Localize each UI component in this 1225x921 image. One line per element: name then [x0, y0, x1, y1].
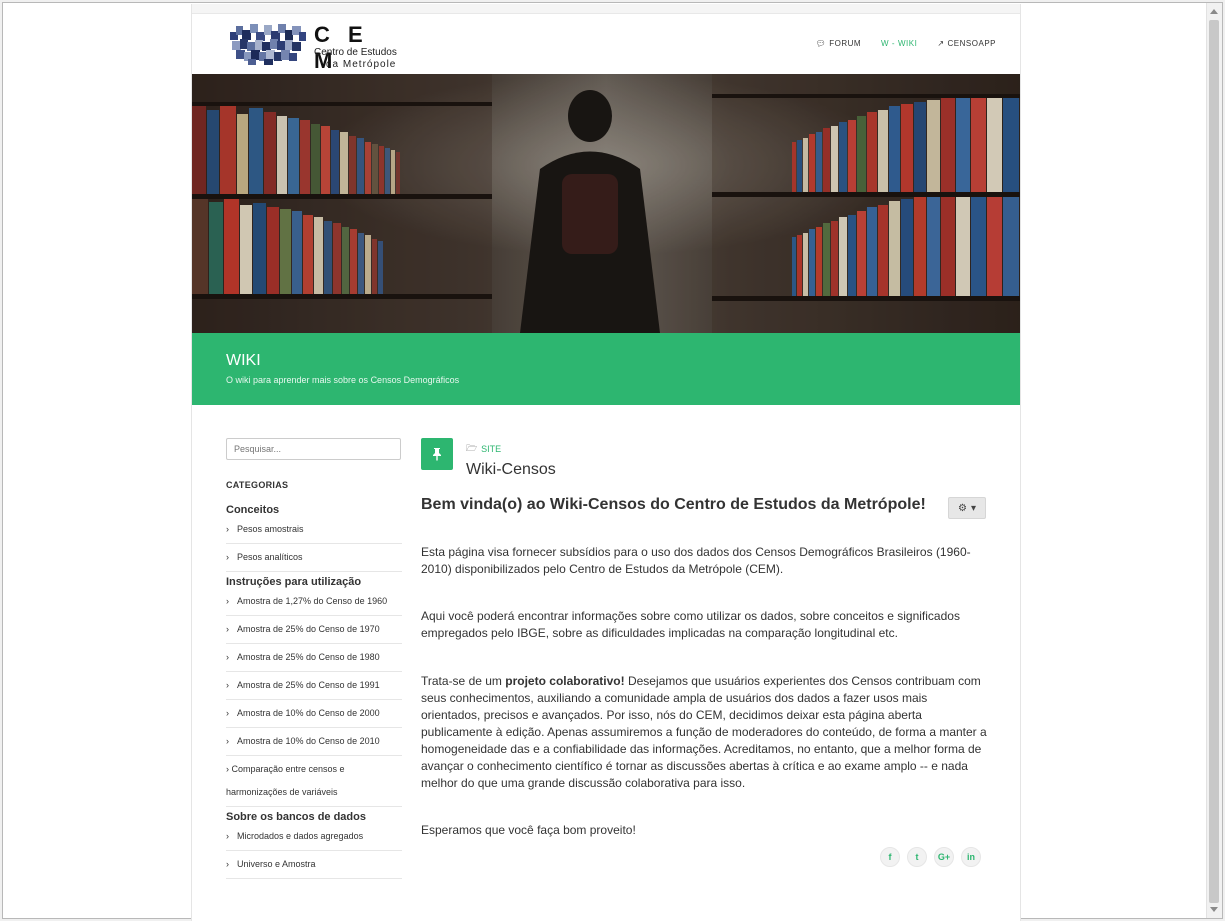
- google-plus-icon[interactable]: G+: [934, 847, 954, 867]
- comment-icon: 💬︎: [815, 39, 827, 48]
- chevron-right-icon: ›: [226, 736, 229, 746]
- nav-censoapp[interactable]: ↗ CENSOAPP: [937, 39, 996, 48]
- linkedin-icon[interactable]: in: [961, 847, 981, 867]
- chevron-right-icon: ›: [226, 624, 229, 634]
- sidebar-item-label: Amostra de 10% do Censo de 2010: [237, 736, 380, 746]
- categories-heading: CATEGORIAS: [226, 480, 289, 490]
- wikipedia-icon: W -: [881, 39, 895, 48]
- sidebar-item-censo-1970[interactable]: › Amostra de 25% do Censo de 1970: [226, 616, 402, 644]
- article-headline: Bem vinda(o) ao Wiki-Censos do Centro de…: [421, 496, 926, 513]
- sidebar-item-pesos-amostrais[interactable]: › Pesos amostrais: [226, 516, 402, 544]
- hero-image: [192, 74, 1020, 333]
- sidebar-item-label: Comparação entre censos e harmonizações …: [226, 764, 345, 797]
- wiki-banner: WIKI O wiki para aprender mais sobre os …: [192, 333, 1020, 405]
- breadcrumb-site[interactable]: SITE: [481, 444, 501, 454]
- paragraph-lead: Trata-se de um: [421, 674, 506, 688]
- paragraph-bold: projeto colaborativo!: [505, 674, 625, 688]
- page-options-button[interactable]: ⚙︎ ▾: [948, 497, 986, 519]
- sidebar-item-censo-1991[interactable]: › Amostra de 25% do Censo de 1991: [226, 672, 402, 700]
- nav-wiki-label: WIKI: [897, 39, 918, 48]
- sidebar-item-label: Amostra de 10% do Censo de 2000: [237, 708, 380, 718]
- chevron-right-icon: ›: [226, 708, 229, 718]
- thumbtack-icon: [433, 448, 441, 461]
- chevron-right-icon: ›: [226, 596, 229, 606]
- sidebar-item-label: Pesos amostrais: [237, 524, 304, 534]
- category-bancos-de-dados[interactable]: Sobre os bancos de dados: [226, 811, 402, 823]
- share-buttons: f t G+ in: [880, 847, 981, 867]
- gear-icon: ⚙︎: [958, 502, 967, 514]
- pin-badge: [421, 438, 453, 470]
- caret-down-icon: ▾: [970, 502, 976, 514]
- site-header: C E M Centro de Estudos da Metrópole 💬︎ …: [192, 14, 1020, 74]
- paragraph-collaborative: Trata-se de um projeto colaborativo! Des…: [421, 673, 987, 792]
- nav-forum[interactable]: 💬︎ FORUM: [816, 39, 861, 48]
- cem-logo[interactable]: C E M Centro de Estudos da Metrópole: [228, 20, 398, 73]
- sidebar-item-pesos-analiticos[interactable]: › Pesos analíticos: [226, 544, 402, 572]
- scroll-down-icon[interactable]: [1210, 907, 1218, 912]
- category-conceitos[interactable]: Conceitos: [226, 504, 402, 516]
- chevron-right-icon: ›: [226, 552, 229, 562]
- paragraph-info: Aqui você poderá encontrar informações s…: [421, 609, 960, 640]
- nav-forum-label: FORUM: [829, 39, 862, 48]
- sidebar-item-label: Pesos analíticos: [237, 552, 303, 562]
- chevron-right-icon: ›: [226, 652, 229, 662]
- category-instrucoes[interactable]: Instruções para utilização: [226, 576, 402, 588]
- nav-wiki[interactable]: W - WIKI: [881, 39, 917, 48]
- banner-title: WIKI: [226, 352, 261, 369]
- sidebar-item-censo-1960[interactable]: › Amostra de 1,27% do Censo de 1960: [226, 588, 402, 616]
- folder-open-icon: 🗁︎: [466, 443, 478, 453]
- main-nav: 💬︎ FORUM W - WIKI ↗ CENSOAPP: [816, 39, 996, 48]
- chevron-right-icon: ›: [226, 524, 229, 534]
- logo-subtitle-2: da Metrópole: [326, 59, 397, 70]
- logo-mosaic-icon: [230, 24, 306, 65]
- sidebar-item-censo-1980[interactable]: › Amostra de 25% do Censo de 1980: [226, 644, 402, 672]
- vertical-scrollbar[interactable]: [1206, 3, 1222, 918]
- page-title: Wiki-Censos: [466, 461, 556, 478]
- sidebar-item-label: Amostra de 1,27% do Censo de 1960: [237, 596, 388, 606]
- top-strip: [192, 4, 1020, 14]
- scroll-up-icon[interactable]: [1210, 9, 1218, 14]
- breadcrumb: 🗁︎ SITE: [466, 441, 501, 457]
- external-link-icon: ↗: [937, 39, 945, 48]
- chevron-right-icon: ›: [226, 859, 229, 869]
- banner-subtitle: O wiki para aprender mais sobre os Censo…: [226, 375, 460, 385]
- sidebar: CATEGORIAS Conceitos › Pesos amostrais ›…: [226, 438, 402, 879]
- library-photo: [192, 74, 1020, 333]
- page-container: C E M Centro de Estudos da Metrópole 💬︎ …: [191, 4, 1021, 921]
- sidebar-item-censo-2000[interactable]: › Amostra de 10% do Censo de 2000: [226, 700, 402, 728]
- nav-censoapp-label: CENSOAPP: [947, 39, 996, 48]
- sidebar-item-label: Amostra de 25% do Censo de 1970: [237, 624, 380, 634]
- twitter-icon[interactable]: t: [907, 847, 927, 867]
- search-input[interactable]: [226, 438, 401, 460]
- sidebar-item-label: Microdados e dados agregados: [237, 831, 364, 841]
- paragraph-intro: Esta página visa fornecer subsídios para…: [421, 545, 971, 576]
- paragraph-rest: Desejamos que usuários experientes dos C…: [421, 674, 987, 790]
- sidebar-item-label: Universo e Amostra: [237, 859, 316, 869]
- facebook-icon[interactable]: f: [880, 847, 900, 867]
- sidebar-item-label: Amostra de 25% do Censo de 1980: [237, 652, 380, 662]
- sidebar-item-comparacao[interactable]: › Comparação entre censos e harmonizaçõe…: [226, 756, 402, 807]
- paragraph-closing: Esperamos que você faça bom proveito!: [421, 823, 636, 837]
- chevron-right-icon: ›: [226, 680, 229, 690]
- chevron-right-icon: ›: [226, 831, 229, 841]
- scrollbar-thumb[interactable]: [1209, 20, 1219, 903]
- logo-subtitle-1: Centro de Estudos: [314, 47, 397, 58]
- sidebar-item-label: Amostra de 25% do Censo de 1991: [237, 680, 380, 690]
- sidebar-item-universo-amostra[interactable]: › Universo e Amostra: [226, 851, 402, 879]
- sidebar-item-microdados[interactable]: › Microdados e dados agregados: [226, 823, 402, 851]
- sidebar-item-censo-2010[interactable]: › Amostra de 10% do Censo de 2010: [226, 728, 402, 756]
